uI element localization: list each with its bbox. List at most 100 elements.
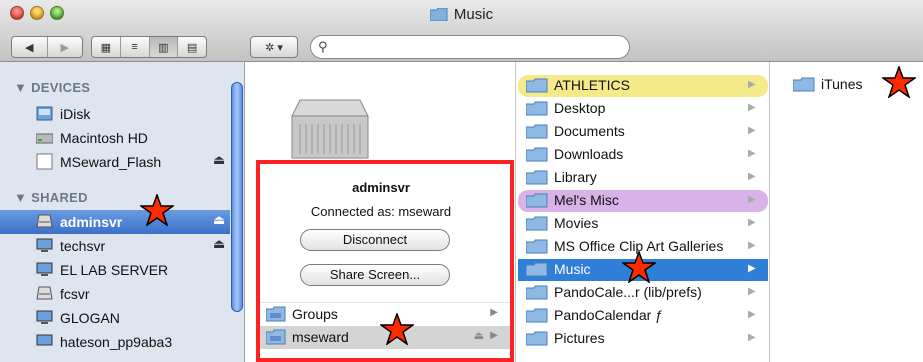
annotation-star-icon — [622, 251, 656, 283]
flash-drive-icon — [36, 153, 53, 170]
search-field[interactable]: ⚲ — [310, 35, 630, 59]
icon-view-button[interactable]: ▦ — [92, 37, 121, 57]
back-button[interactable]: ◀ — [12, 37, 48, 57]
computer-icon — [36, 309, 53, 326]
computer-icon — [36, 237, 53, 254]
folder-icon — [526, 170, 548, 185]
sidebar-item-label: Macintosh HD — [60, 130, 148, 146]
folder-icon — [526, 101, 548, 116]
sidebar-item-hateson[interactable]: hateson_pp9aba3 — [0, 330, 230, 354]
sidebar-item-label: iDisk — [60, 106, 91, 122]
folder-row[interactable]: Pictures ▶ — [518, 328, 768, 350]
folder-label: Movies — [554, 215, 599, 231]
disclosure-arrow-icon: ▶ — [748, 148, 756, 159]
search-icon: ⚲ — [318, 39, 328, 54]
disclosure-arrow-icon: ▶ — [748, 263, 756, 274]
sidebar-item-adminsvr[interactable]: adminsvr ⏏ — [0, 210, 230, 234]
folder-icon — [526, 262, 548, 277]
sidebar-header-shared[interactable]: ▼ SHARED — [14, 190, 88, 205]
folder-row[interactable]: Movies ▶ — [518, 213, 768, 235]
disclosure-arrow-icon: ▶ — [748, 194, 756, 205]
disclosure-arrow-icon: ▶ — [748, 240, 756, 251]
folder-label: ATHLETICS — [554, 77, 630, 93]
column-view-button[interactable]: ▥ — [149, 37, 179, 57]
window-title: Music — [0, 6, 923, 23]
window-titlebar: Music ◀ ▶ ▦ ≡ ▥ ▤ ✲ ▾ ⚲ — [0, 0, 923, 62]
folder-label: Desktop — [554, 100, 606, 116]
folder-row[interactable]: PandoCalendar ƒ ▶ — [518, 305, 768, 327]
folder-label: PandoCalendar ƒ — [554, 307, 663, 323]
folder-label: Library — [554, 169, 597, 185]
eject-icon[interactable]: ⏏ — [213, 152, 225, 168]
folder-row[interactable]: Downloads ▶ — [518, 144, 768, 166]
file-server-icon — [36, 213, 53, 230]
sidebar-item-idisk[interactable]: iDisk — [0, 102, 230, 126]
computer-icon — [36, 261, 53, 278]
folder-icon — [526, 331, 548, 346]
folder-label: Pictures — [554, 330, 605, 346]
eject-icon[interactable]: ⏏ — [213, 212, 225, 228]
forward-button[interactable]: ▶ — [48, 37, 83, 57]
sidebar-item-macintosh-hd[interactable]: Macintosh HD — [0, 126, 230, 150]
sidebar-item-label: techsvr — [60, 238, 106, 254]
idisk-icon — [36, 105, 53, 122]
sidebar-scrollbar[interactable] — [231, 82, 243, 312]
folder-icon — [526, 216, 548, 231]
action-menu-button[interactable]: ✲ ▾ — [250, 36, 298, 58]
sidebar-header-devices[interactable]: ▼ DEVICES — [14, 80, 90, 95]
disclosure-arrow-icon: ▶ — [748, 286, 756, 297]
server-rack-icon — [290, 96, 370, 162]
sidebar-item-techsvr[interactable]: techsvr ⏏ — [0, 234, 230, 258]
disclosure-arrow-icon: ▶ — [748, 332, 756, 343]
sidebar-item-label: hateson_pp9aba3 — [60, 334, 173, 350]
sidebar: ▼ DEVICES iDisk Macintosh HD MSeward_Fla… — [0, 62, 245, 362]
music-column — [770, 62, 923, 362]
folder-icon — [526, 147, 548, 162]
file-label: iTunes — [821, 76, 863, 92]
folder-icon — [526, 78, 548, 93]
sidebar-item-mseward-flash[interactable]: MSeward_Flash ⏏ — [0, 150, 230, 174]
folder-icon — [526, 124, 548, 139]
disclosure-arrow-icon: ▶ — [748, 171, 756, 182]
folder-row[interactable]: Desktop ▶ — [518, 98, 768, 120]
folder-label: Documents — [554, 123, 625, 139]
folder-row[interactable]: PandoCale...r (lib/prefs) ▶ — [518, 282, 768, 304]
folder-label: Music — [554, 261, 591, 277]
folder-label: Mel's Misc — [554, 192, 619, 208]
sidebar-item-glogan[interactable]: GLOGAN — [0, 306, 230, 330]
folder-row[interactable]: Documents ▶ — [518, 121, 768, 143]
sidebar-item-label: fcsvr — [60, 286, 90, 302]
disclosure-arrow-icon: ▶ — [748, 217, 756, 228]
file-server-icon — [36, 285, 53, 302]
folder-icon — [793, 77, 815, 92]
folder-row[interactable]: Mel's Misc ▶ — [518, 190, 768, 212]
hard-drive-icon — [36, 129, 53, 146]
sidebar-item-label: MSeward_Flash — [60, 154, 162, 170]
sidebar-item-fcsvr[interactable]: fcsvr — [0, 282, 230, 306]
sidebar-item-label: GLOGAN — [60, 310, 120, 326]
folder-icon — [526, 285, 548, 300]
disclosure-arrow-icon: ▶ — [748, 79, 756, 90]
folder-icon — [526, 239, 548, 254]
sidebar-item-label: adminsvr — [60, 214, 123, 230]
annotation-star-icon — [882, 66, 916, 98]
computer-icon — [36, 333, 53, 350]
folder-label: Downloads — [554, 146, 624, 162]
eject-icon[interactable]: ⏏ — [213, 236, 225, 252]
list-view-button[interactable]: ≡ — [121, 37, 150, 57]
annotation-star-icon — [380, 313, 414, 345]
folder-icon — [429, 8, 448, 21]
view-mode-buttons: ▦ ≡ ▥ ▤ — [91, 36, 207, 58]
sidebar-item-el-lab-server[interactable]: EL LAB SERVER — [0, 258, 230, 282]
disclosure-arrow-icon: ▶ — [748, 125, 756, 136]
gear-icon: ✲ ▾ — [265, 41, 283, 54]
folder-icon — [526, 308, 548, 323]
sidebar-item-label: EL LAB SERVER — [60, 262, 169, 278]
annotation-star-icon — [140, 194, 174, 226]
disclosure-arrow-icon: ▶ — [748, 102, 756, 113]
coverflow-view-button[interactable]: ▤ — [178, 37, 206, 57]
folder-row[interactable]: Library ▶ — [518, 167, 768, 189]
folder-row[interactable]: ATHLETICS ▶ — [518, 75, 768, 97]
folder-icon — [526, 193, 548, 208]
folder-label: PandoCale...r (lib/prefs) — [554, 284, 702, 300]
